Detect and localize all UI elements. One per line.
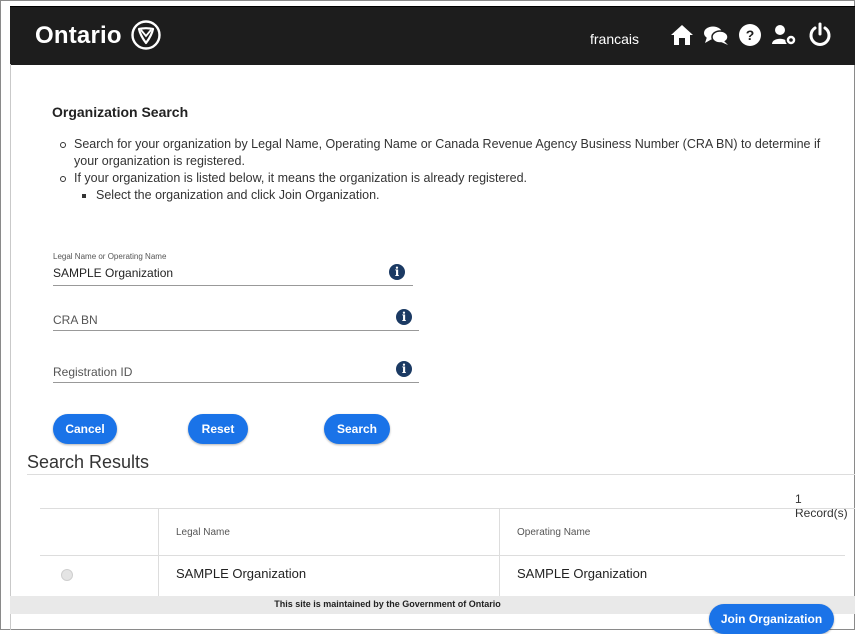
footer-text: This site is maintained by the Governmen… [274, 599, 501, 609]
results-divider [27, 474, 855, 475]
column-header-legal-name[interactable]: Legal Name [176, 527, 230, 538]
language-toggle-link[interactable]: francais [590, 31, 639, 47]
instruction-item: Search for your organization by Legal Na… [58, 136, 838, 170]
row-operating-name: SAMPLE Organization [517, 566, 648, 581]
column-header-operating-name[interactable]: Operating Name [517, 527, 590, 538]
power-icon[interactable] [806, 21, 834, 49]
page-title: Organization Search [52, 104, 189, 120]
registration-id-field[interactable]: Registration ID [53, 362, 419, 383]
reset-button[interactable]: Reset [188, 414, 248, 444]
home-icon[interactable] [668, 21, 696, 49]
instructions-list: Search for your organization by Legal Na… [58, 136, 838, 204]
registration-id-input[interactable]: Registration ID [53, 365, 132, 379]
search-button[interactable]: Search [324, 414, 390, 444]
table-header-border [40, 555, 845, 556]
registration-id-info-icon[interactable]: i [396, 361, 412, 377]
row-select-radio[interactable] [61, 569, 73, 581]
cancel-button[interactable]: Cancel [53, 414, 117, 444]
user-settings-icon[interactable] [770, 21, 798, 49]
brand-name[interactable]: Ontario [35, 22, 122, 50]
chat-icon[interactable] [702, 21, 730, 49]
cra-bn-input[interactable]: CRA BN [53, 313, 98, 327]
legal-name-field[interactable]: Legal Name or Operating Name SAMPLE Orga… [53, 252, 413, 286]
sub-instruction-item: Select the organization and click Join O… [58, 187, 838, 204]
legal-name-label: Legal Name or Operating Name [53, 252, 167, 261]
cra-bn-info-icon[interactable]: i [396, 309, 412, 325]
table-top-border [40, 508, 855, 509]
legal-name-info-icon[interactable]: i [389, 264, 405, 280]
ontario-trillium-logo-icon[interactable] [131, 20, 161, 50]
instruction-item: If your organization is listed below, it… [58, 170, 838, 187]
column-divider [158, 508, 159, 596]
search-results-title: Search Results [27, 452, 150, 472]
svg-text:?: ? [746, 27, 755, 43]
record-count: 1 Record(s) [795, 492, 848, 520]
top-navigation-bar: Ontario francais ? [10, 6, 855, 65]
row-legal-name: SAMPLE Organization [176, 566, 307, 581]
cra-bn-field[interactable]: CRA BN [53, 310, 419, 331]
column-divider [499, 508, 500, 596]
help-icon[interactable]: ? [736, 21, 764, 49]
legal-name-input[interactable]: SAMPLE Organization [53, 266, 173, 280]
